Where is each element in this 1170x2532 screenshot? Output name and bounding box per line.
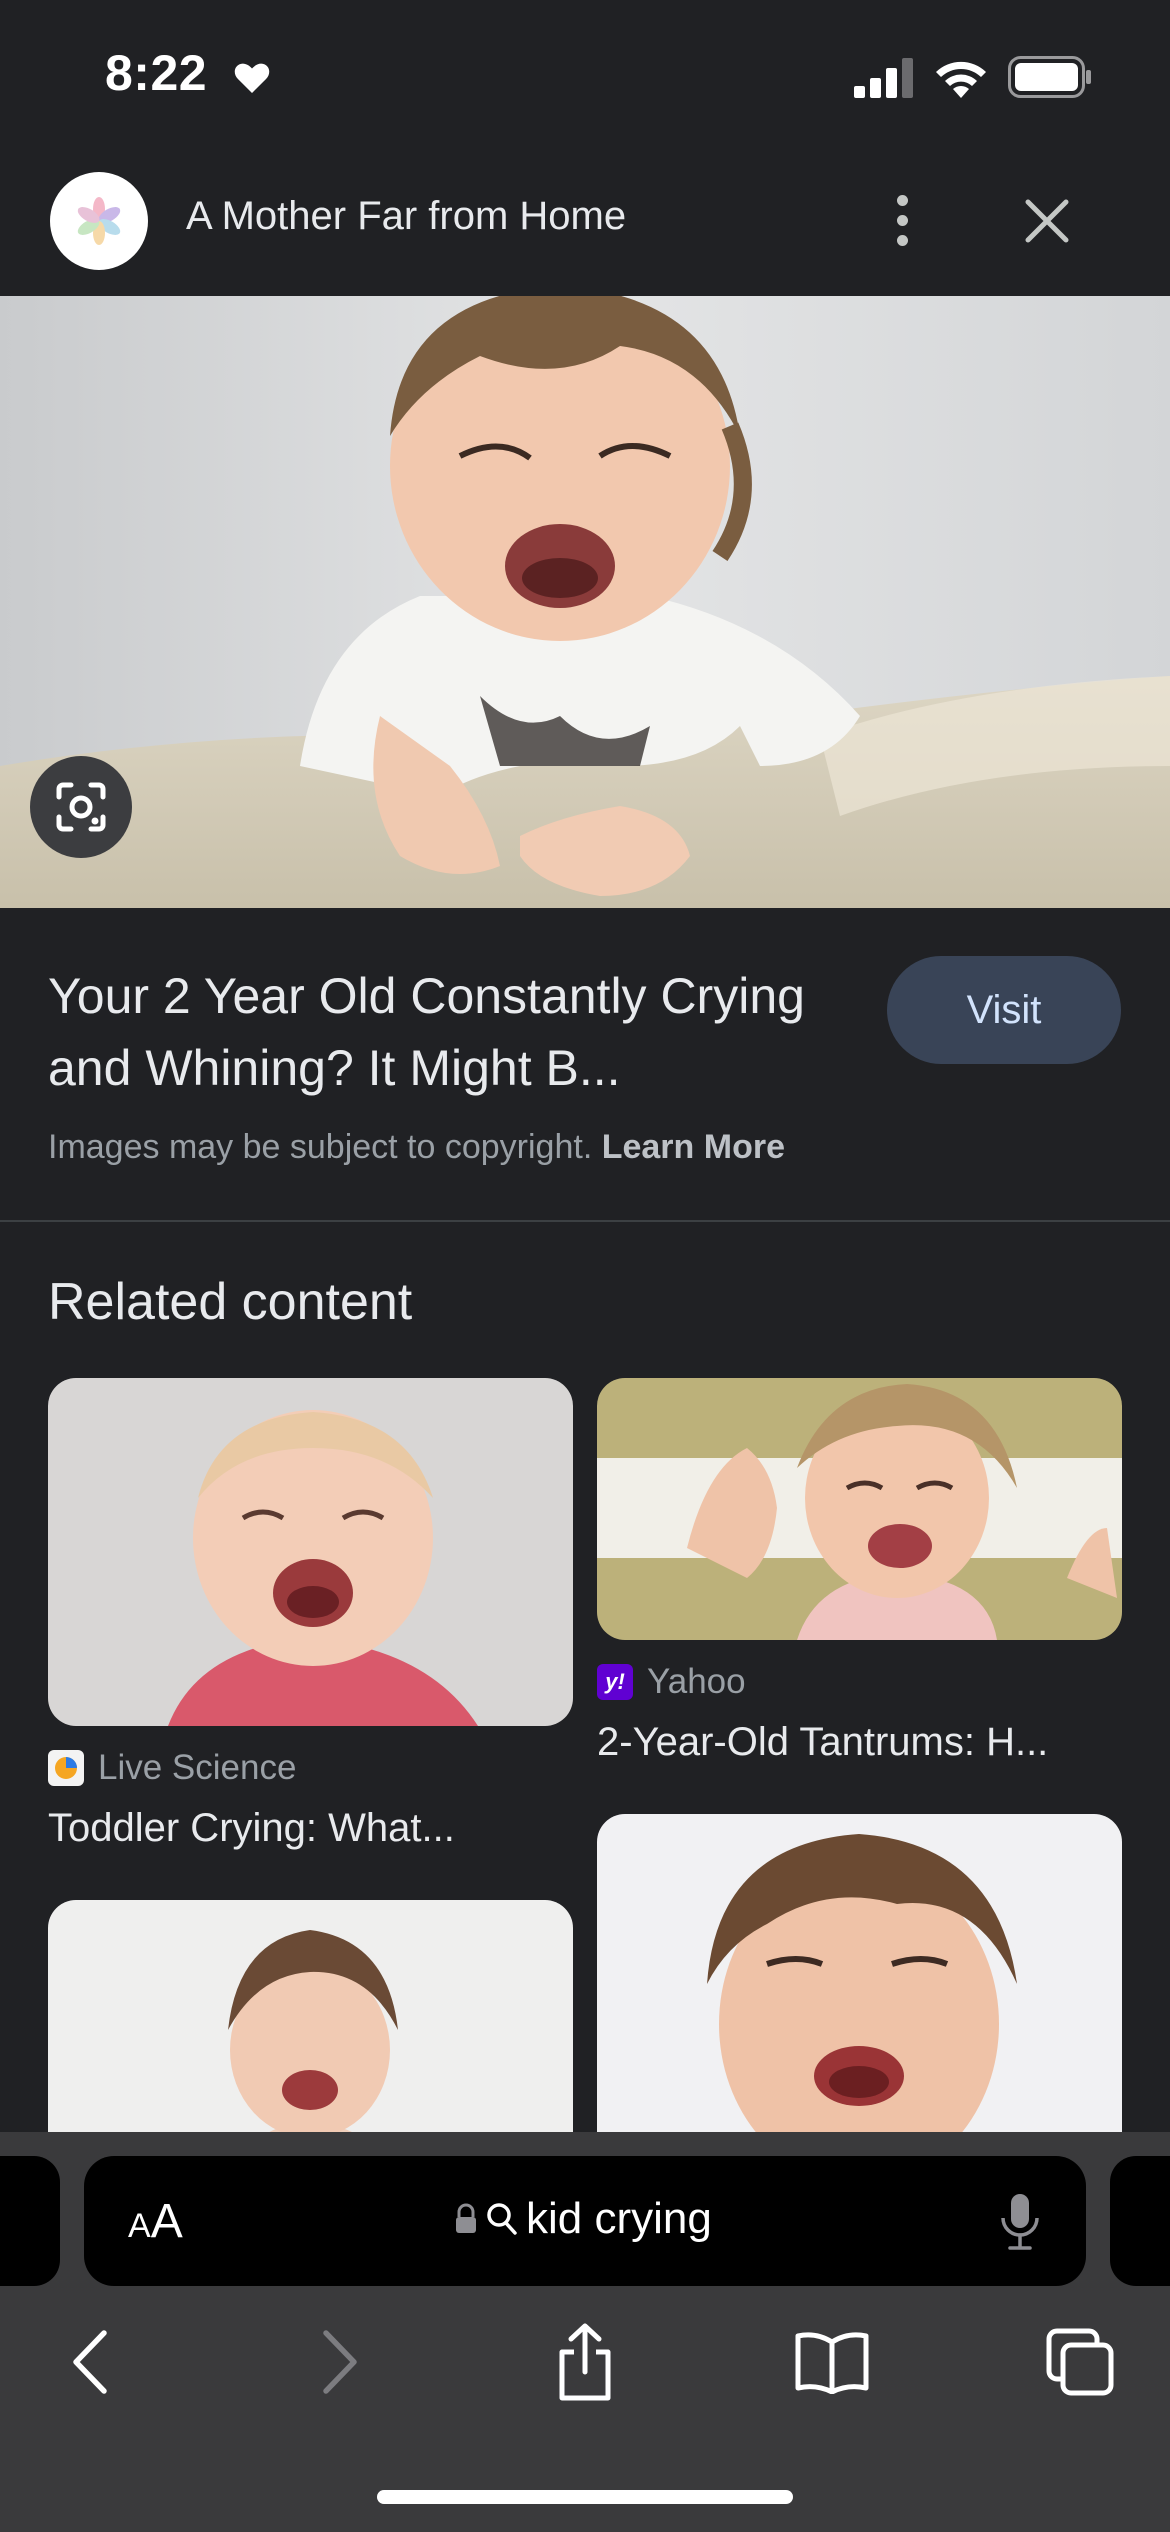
related-source-name: Yahoo (647, 1662, 746, 1701)
search-query[interactable]: kid crying (526, 2194, 712, 2244)
back-icon (73, 2330, 107, 2394)
page: 8:22 A Mother Far from Home Your 2 Year … (0, 0, 1170, 2532)
copyright-notice: Images may be subject to copyright. Lear… (48, 1128, 785, 1167)
tabs-button[interactable] (1042, 2322, 1118, 2402)
cellular-signal-icon (854, 58, 913, 98)
wifi-icon (936, 61, 986, 98)
crying-baby-image (48, 1378, 573, 1726)
home-indicator[interactable] (377, 2490, 793, 2504)
more-vert-dot (896, 214, 908, 226)
related-thumbnail[interactable] (48, 1378, 573, 1726)
forward-icon (323, 2330, 357, 2394)
pinwheel-logo-icon (77, 197, 121, 245)
bookmarks-icon (795, 2332, 869, 2394)
share-icon (559, 2323, 611, 2401)
browser-toolbar: AA kid crying (0, 2132, 1170, 2532)
copyright-text: Images may be subject to copyright. (48, 1128, 593, 1166)
visit-button[interactable]: Visit (887, 956, 1121, 1064)
more-vert-icon (896, 194, 908, 206)
lock-icon (456, 2203, 476, 2233)
learn-more-link[interactable]: Learn More (602, 1128, 785, 1166)
hero-image[interactable] (0, 296, 1170, 908)
related-thumbnail[interactable] (597, 1378, 1122, 1640)
site-name[interactable]: A Mother Far from Home (186, 194, 626, 239)
address-bar-text[interactable]: kid crying (454, 2194, 712, 2244)
heart-icon (234, 63, 270, 93)
more-options-button[interactable] (880, 180, 924, 260)
status-bar: 8:22 (0, 0, 1170, 150)
related-source: y! Yahoo (597, 1662, 1122, 1702)
microphone-icon[interactable] (998, 2192, 1042, 2252)
related-title[interactable]: Toddler Crying: What... (48, 1806, 573, 1851)
close-icon[interactable] (1020, 194, 1074, 248)
crying-toddler-image (0, 296, 1170, 908)
related-content-heading: Related content (48, 1273, 413, 1331)
text-size-button[interactable]: AA (128, 2194, 183, 2249)
result-title[interactable]: Your 2 Year Old Constantly Crying and Wh… (48, 960, 888, 1104)
crying-toddler-image (597, 1378, 1122, 1640)
more-vert-dot (896, 234, 908, 246)
forward-button[interactable] (310, 2322, 370, 2402)
related-source-name: Live Science (98, 1748, 297, 1787)
google-lens-icon (56, 782, 106, 832)
related-source: Live Science (48, 1748, 573, 1788)
related-card[interactable]: y! Yahoo 2-Year-Old Tantrums: H... (597, 1378, 1122, 1765)
yahoo-icon: y! (597, 1664, 633, 1700)
back-button[interactable] (60, 2322, 120, 2402)
image-viewer-header: A Mother Far from Home (0, 150, 1170, 296)
live-science-icon (48, 1750, 84, 1786)
address-bar[interactable]: AA kid crying (84, 2156, 1086, 2286)
tabs-icon (1046, 2328, 1114, 2396)
related-card[interactable]: Live Science Toddler Crying: What... (48, 1378, 573, 1851)
search-icon (487, 2203, 517, 2235)
google-lens-button[interactable] (30, 756, 132, 858)
result-info: Your 2 Year Old Constantly Crying and Wh… (0, 908, 1170, 1222)
site-logo[interactable] (50, 172, 148, 270)
next-tab-preview[interactable] (1110, 2156, 1170, 2286)
bookmarks-button[interactable] (792, 2322, 872, 2402)
previous-tab-preview[interactable] (0, 2156, 60, 2286)
share-button[interactable] (550, 2322, 620, 2402)
status-time: 8:22 (105, 45, 208, 101)
battery-icon (1008, 56, 1091, 98)
related-title[interactable]: 2-Year-Old Tantrums: H... (597, 1720, 1122, 1765)
